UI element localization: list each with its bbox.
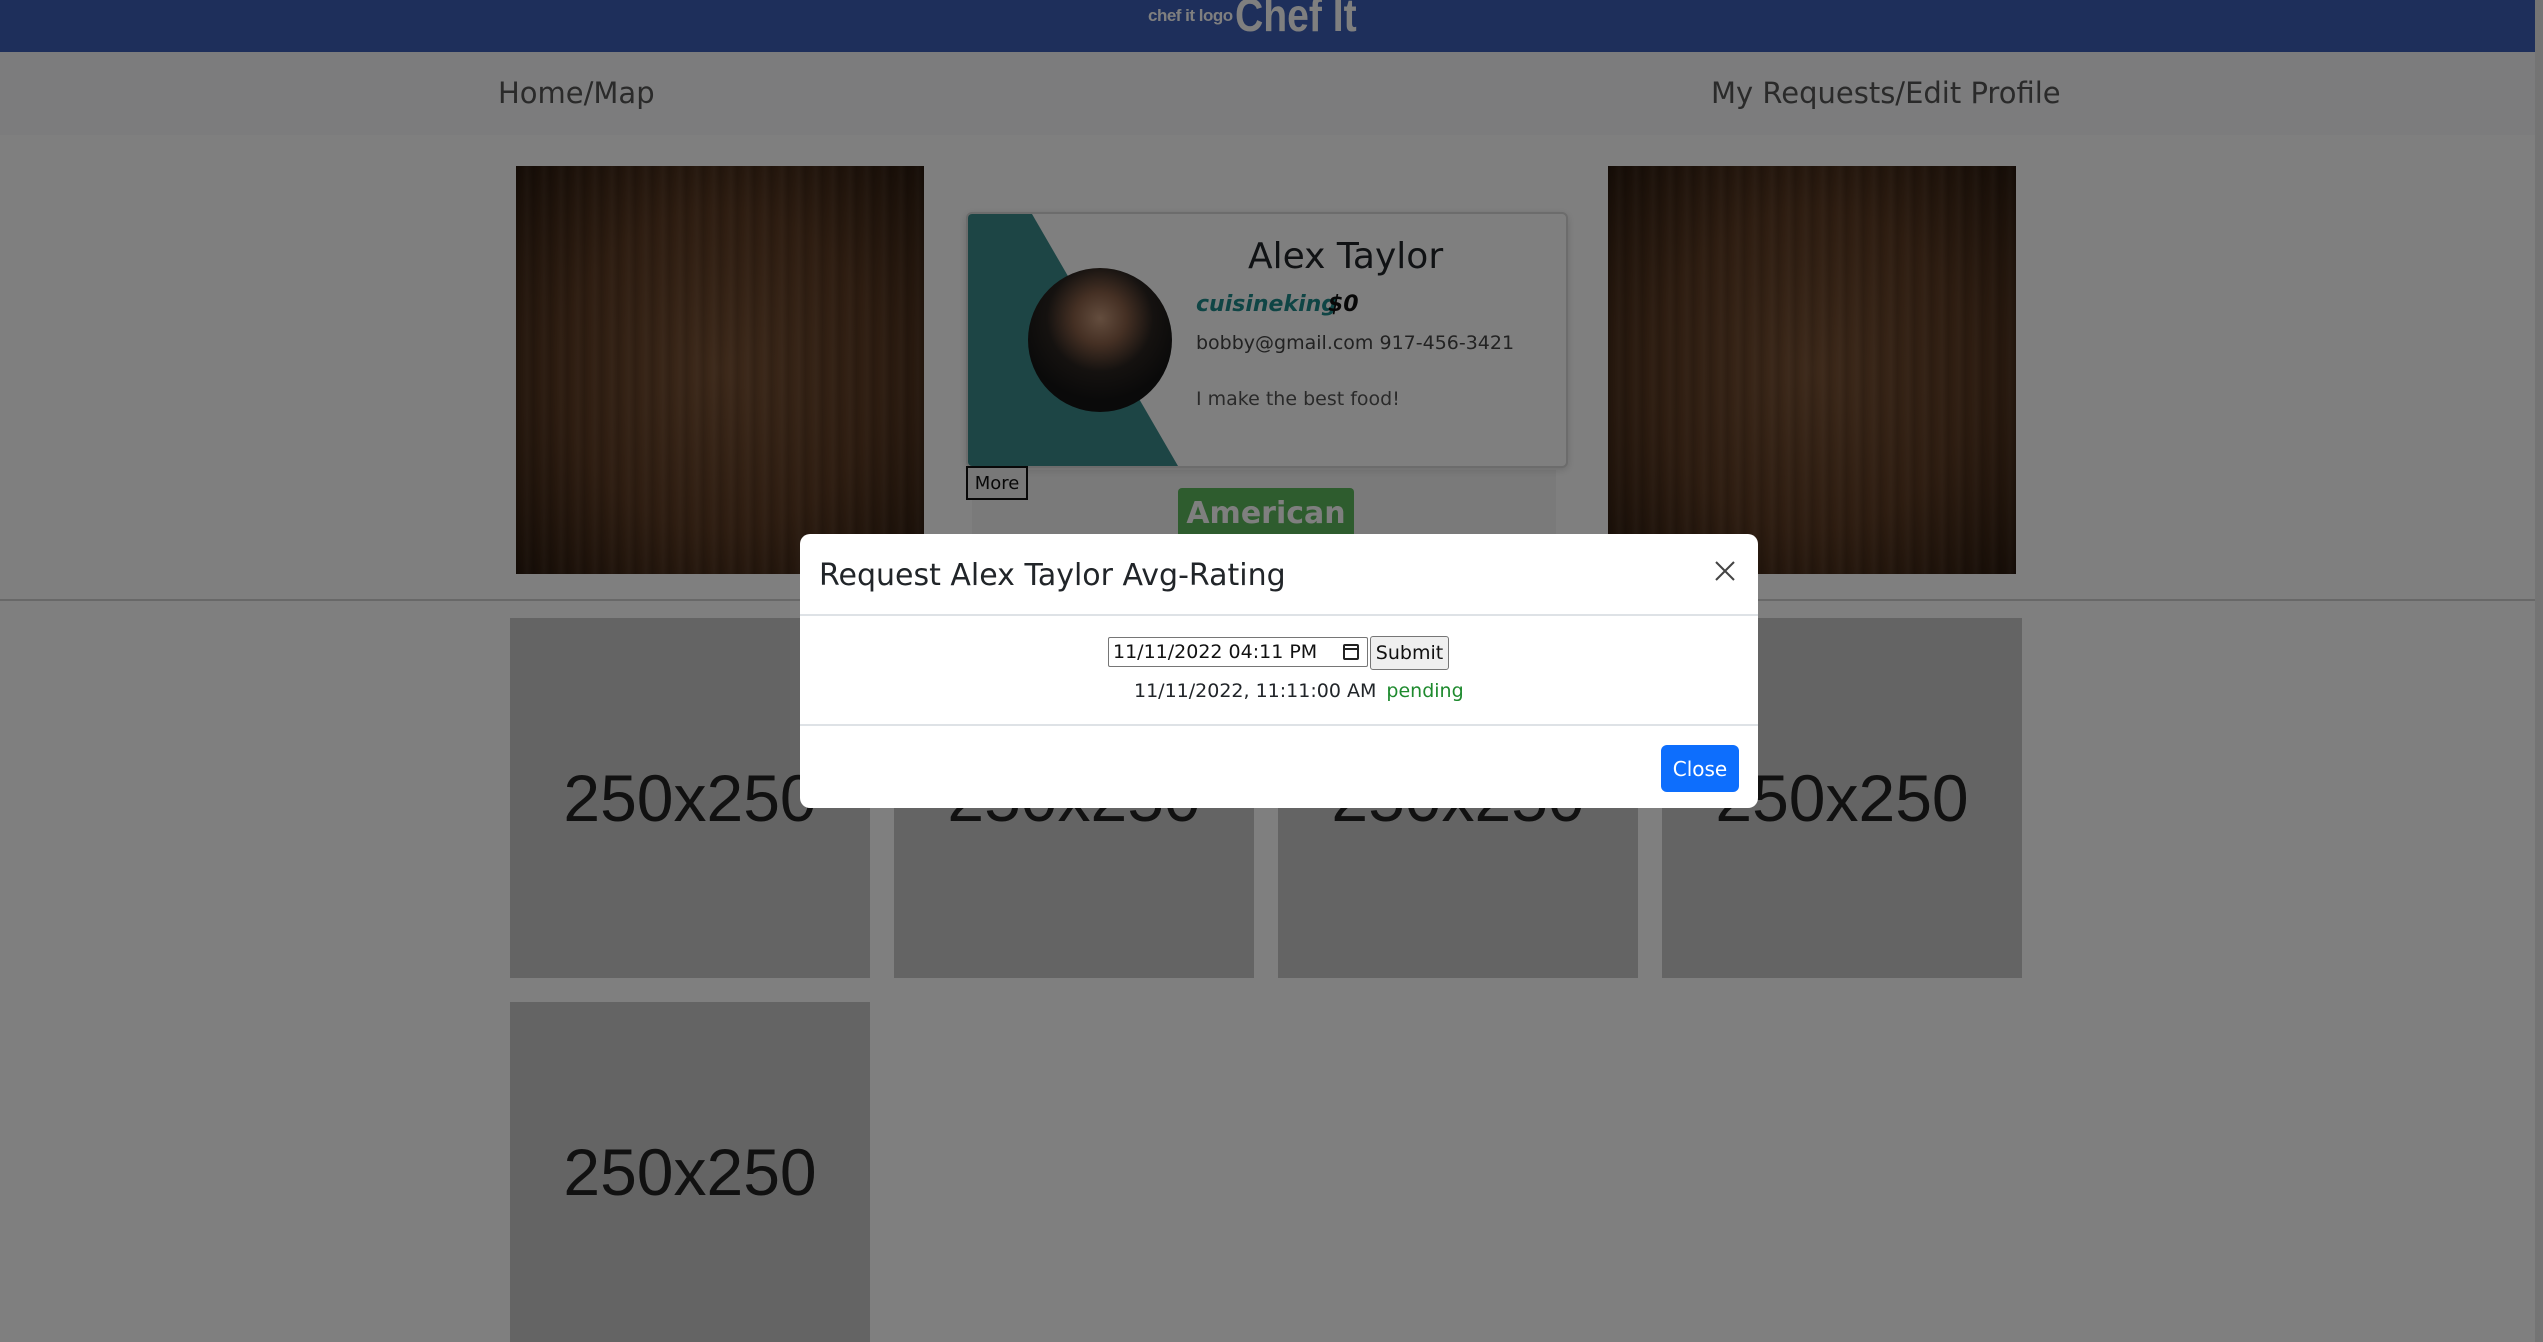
close-x-glyph — [1715, 561, 1735, 581]
modal-title: Request Alex Taylor Avg-Rating — [819, 558, 1286, 593]
request-status: pending — [1386, 680, 1464, 702]
calendar-icon[interactable] — [1343, 644, 1359, 660]
datetime-input-value: 11/11/2022 04:11 PM — [1113, 641, 1318, 663]
datetime-input[interactable]: 11/11/2022 04:11 PM — [1108, 637, 1368, 667]
request-modal: Request Alex Taylor Avg-Rating 11/11/202… — [800, 534, 1758, 808]
close-button[interactable]: Close — [1661, 745, 1739, 792]
request-entry: 11/11/2022, 11:11:00 AM pending — [1134, 680, 1464, 702]
modal-footer-divider — [800, 724, 1758, 726]
close-icon[interactable] — [1708, 554, 1742, 588]
submit-button[interactable]: Submit — [1370, 636, 1449, 670]
request-timestamp: 11/11/2022, 11:11:00 AM — [1134, 680, 1377, 702]
modal-header: Request Alex Taylor Avg-Rating — [800, 534, 1758, 616]
